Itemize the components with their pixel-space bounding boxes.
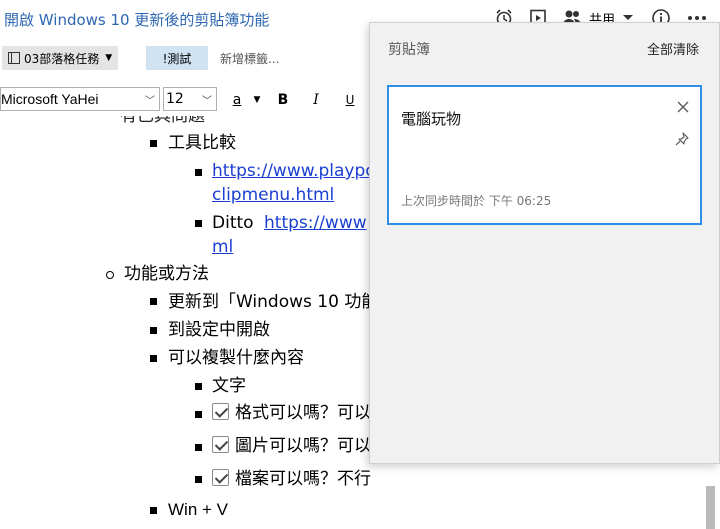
list-item: Win + V xyxy=(168,500,228,519)
list-item: 到設定中開啟 xyxy=(168,320,270,340)
chevron-down-icon: ﹀ xyxy=(145,96,155,107)
font-select[interactable]: Microsoft YaHei ﹀ xyxy=(0,87,160,111)
checklist-text: 檔案可以嗎？不行 xyxy=(235,469,371,489)
bullet-icon xyxy=(150,298,157,305)
link[interactable]: https://www.playpc xyxy=(212,159,375,183)
list-item: 可以複製什麼內容 xyxy=(168,348,304,368)
section-label: 03部落格任務 xyxy=(24,51,100,66)
list-item: 檔案可以嗎？不行 xyxy=(212,467,371,491)
checkbox-checked-icon[interactable] xyxy=(212,436,229,453)
bullet-icon xyxy=(195,169,202,176)
scrollbar-thumb[interactable] xyxy=(706,486,715,529)
link[interactable]: clipmenu.html xyxy=(212,183,334,207)
page-title: 開啟 Windows 10 更新後的剪貼簿功能 xyxy=(4,11,270,29)
link[interactable]: ml xyxy=(212,235,233,259)
close-icon[interactable] xyxy=(676,99,690,113)
font-size-select[interactable]: 12 ﹀ xyxy=(163,87,217,111)
font-color-button[interactable]: a xyxy=(226,89,248,111)
pin-icon[interactable] xyxy=(674,131,690,147)
list-item: Ditto xyxy=(212,213,254,233)
caret-down-icon: ▼ xyxy=(105,53,113,63)
clipboard-item-text: 電腦玩物 xyxy=(401,110,462,128)
bullet-icon xyxy=(150,355,157,362)
list-item: 文字 xyxy=(212,376,246,396)
clipboard-title: 剪貼簿 xyxy=(388,42,430,58)
underline-button[interactable]: U xyxy=(339,89,361,111)
clipboard-panel: 剪貼簿 全部清除 電腦玩物 上次同步時間於 下午 06:25 xyxy=(369,22,720,464)
italic-button[interactable]: I xyxy=(305,89,327,111)
notebook-bar: 03部落格任務 ▼ !測試 新增標籤... xyxy=(0,44,370,72)
chevron-down-icon: ﹀ xyxy=(202,96,212,107)
list-item: 更新到「Windows 10 功能 xyxy=(168,292,379,312)
bullet-icon xyxy=(106,271,114,279)
bullet-icon xyxy=(195,411,202,418)
bold-button[interactable]: B xyxy=(272,89,294,111)
bullet-icon xyxy=(150,327,157,334)
checkbox-checked-icon[interactable] xyxy=(212,469,229,486)
list-item: 有已具問題 xyxy=(120,116,205,126)
notebook-icon xyxy=(8,52,20,64)
checklist-text: 圖片可以嗎？可以 xyxy=(235,436,371,456)
font-value: Microsoft YaHei xyxy=(1,91,99,107)
bullet-icon xyxy=(195,444,202,451)
list-item: 功能或方法 xyxy=(124,264,209,284)
sync-status: 上次同步時間於 下午 06:25 xyxy=(401,194,552,208)
font-color-caret-icon[interactable]: ▼ xyxy=(246,89,268,111)
bullet-icon xyxy=(150,507,157,514)
new-tag-button[interactable]: 新增標籤... xyxy=(220,50,279,67)
link[interactable]: https://www xyxy=(264,211,367,235)
clear-all-button[interactable]: 全部清除 xyxy=(647,39,699,58)
section-button[interactable]: 03部落格任務 ▼ xyxy=(2,46,119,70)
bullet-icon xyxy=(195,383,202,390)
checkbox-checked-icon[interactable] xyxy=(212,403,229,420)
clipboard-item[interactable]: 電腦玩物 上次同步時間於 下午 06:25 xyxy=(387,85,702,225)
bullet-icon xyxy=(150,140,157,147)
tag-button[interactable]: !測試 xyxy=(146,46,208,70)
list-item: 格式可以嗎？可以 xyxy=(212,401,371,425)
bullet-icon xyxy=(195,476,202,483)
font-size-value: 12 xyxy=(166,91,184,107)
format-toolbar: Microsoft YaHei ﹀ 12 ﹀ a ▼ B I U xyxy=(0,84,370,114)
bullet-icon xyxy=(195,220,202,227)
page-content[interactable]: 有已具問題 工具比較 https://www.playpc clipmenu.h… xyxy=(0,116,380,529)
list-item: 工具比較 xyxy=(168,133,236,153)
list-item: 圖片可以嗎？可以 xyxy=(212,434,371,458)
checklist-text: 格式可以嗎？可以 xyxy=(235,403,371,423)
